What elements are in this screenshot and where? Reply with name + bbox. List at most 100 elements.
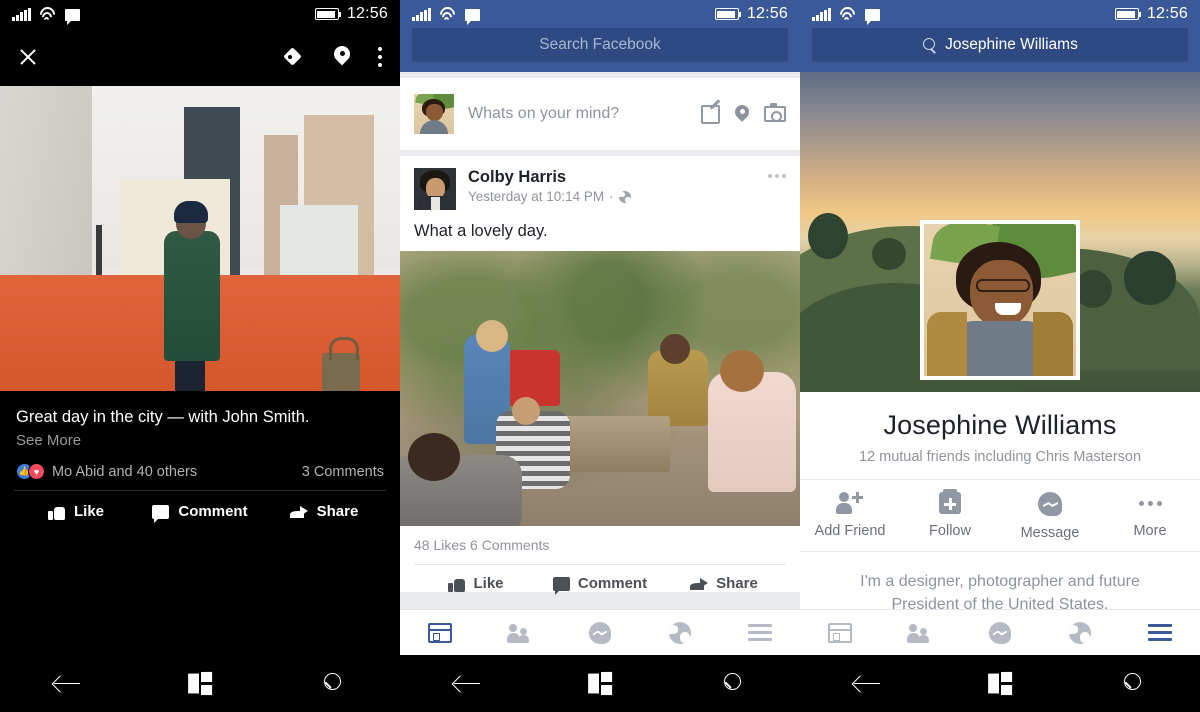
friends-icon [507, 623, 533, 643]
post-author-name[interactable]: Colby Harris [468, 168, 631, 187]
search-input[interactable]: Josephine Williams [812, 28, 1188, 62]
panel-photo-viewer: 12:56 Great day in the city — with John … [0, 0, 400, 712]
comment-bubble-icon [552, 576, 570, 595]
post-timestamp-row: Yesterday at 10:14 PM · [468, 189, 631, 204]
like-label: Like [473, 575, 504, 592]
search-icon [322, 672, 344, 695]
status-left-icons [812, 3, 880, 25]
system-navigation-bar [0, 655, 400, 712]
system-back-button[interactable] [37, 664, 97, 704]
tab-friend-requests[interactable] [480, 610, 560, 656]
battery-icon [314, 8, 342, 20]
post-more-options-icon[interactable] [768, 168, 786, 178]
mutual-friends-text[interactable]: 12 mutual friends including Chris Master… [800, 449, 1200, 465]
system-back-button[interactable] [437, 664, 497, 704]
post-photo[interactable] [0, 86, 400, 391]
bottom-navigation-bar [400, 609, 800, 655]
status-clock: 12:56 [746, 5, 788, 22]
add-friend-button[interactable]: Add Friend [800, 492, 900, 541]
back-arrow-icon [853, 675, 880, 693]
post-photo[interactable] [400, 251, 800, 526]
tab-news-feed[interactable] [400, 610, 480, 656]
message-button[interactable]: Message [1000, 492, 1100, 541]
tab-messenger[interactable] [560, 610, 640, 656]
compose-icon[interactable] [701, 104, 720, 124]
reactions-text[interactable]: Mo Abid and 40 others [52, 464, 197, 480]
follow-icon [939, 489, 961, 514]
status-left-icons [12, 3, 80, 25]
tab-friend-requests[interactable] [880, 610, 960, 656]
panel-news-feed: 12:56 Search Facebook Whats on your mind… [400, 0, 800, 712]
like-button[interactable]: Like [414, 575, 538, 592]
comment-label: Comment [178, 503, 248, 521]
system-back-button[interactable] [837, 664, 897, 704]
photo-artwork [0, 86, 400, 391]
system-navigation-bar [800, 655, 1200, 712]
see-more-link[interactable]: See More [16, 432, 384, 449]
status-clock: 12:56 [1146, 5, 1188, 22]
profile-photo[interactable] [920, 220, 1080, 380]
love-reaction-icon: ♥ [28, 463, 45, 481]
share-arrow-icon [289, 505, 308, 519]
search-icon [922, 37, 937, 53]
hamburger-icon [1148, 624, 1172, 641]
battery-icon [714, 8, 742, 20]
post-timestamp: Yesterday at 10:14 PM [468, 189, 605, 204]
tab-menu[interactable] [720, 610, 800, 656]
like-label: Like [73, 503, 104, 521]
facebook-header: 12:56 Josephine Williams [800, 0, 1200, 72]
system-start-button[interactable] [970, 664, 1030, 704]
windows-logo-icon [188, 671, 213, 696]
tag-icon[interactable] [284, 47, 306, 67]
location-pin-icon[interactable] [334, 46, 350, 68]
tab-notifications[interactable] [640, 610, 720, 656]
share-button[interactable]: Share [662, 575, 786, 592]
profile-photo-artwork [924, 224, 1076, 376]
system-search-button[interactable] [703, 664, 763, 704]
reaction-badges: 👍 ♥ [16, 463, 45, 481]
more-dots-icon [1138, 492, 1162, 514]
like-button[interactable]: Like [14, 503, 138, 520]
more-options-icon[interactable] [378, 47, 382, 67]
windows-logo-icon [988, 671, 1013, 696]
system-search-button[interactable] [1103, 664, 1163, 704]
globe-icon [669, 621, 691, 644]
comment-button[interactable]: Comment [538, 575, 662, 595]
author-avatar[interactable] [414, 168, 456, 210]
camera-icon[interactable] [764, 103, 786, 122]
system-start-button[interactable] [170, 664, 230, 704]
post-caption-block: Great day in the city — with John Smith.… [0, 391, 400, 449]
follow-button[interactable]: Follow [900, 489, 1000, 541]
status-bar: 12:56 [800, 0, 1200, 28]
message-icon [464, 8, 480, 25]
hamburger-icon [748, 624, 772, 641]
post-stats[interactable]: 48 Likes 6 Comments [400, 526, 800, 564]
search-input[interactable]: Search Facebook [412, 28, 788, 62]
signal-bars-icon [412, 7, 431, 21]
comment-label: Comment [577, 575, 648, 592]
tab-notifications[interactable] [1040, 610, 1120, 656]
wifi-icon [836, 3, 858, 25]
system-search-button[interactable] [303, 664, 363, 704]
more-label: More [1133, 523, 1167, 539]
photo-artwork [400, 251, 800, 526]
windows-logo-icon [588, 671, 613, 696]
system-start-button[interactable] [570, 664, 630, 704]
status-composer[interactable]: Whats on your mind? [400, 78, 800, 150]
tab-messenger[interactable] [960, 610, 1040, 656]
location-pin-icon[interactable] [735, 105, 749, 124]
tab-news-feed[interactable] [800, 610, 880, 656]
post-header: Colby Harris Yesterday at 10:14 PM · [400, 156, 800, 210]
more-button[interactable]: More [1100, 492, 1200, 541]
messenger-icon [989, 621, 1011, 644]
status-clock: 12:56 [346, 5, 388, 22]
close-icon[interactable] [18, 47, 38, 67]
reactions-row: 👍 ♥ Mo Abid and 40 others 3 Comments [0, 449, 400, 490]
share-button[interactable]: Share [262, 503, 386, 520]
tab-menu[interactable] [1120, 610, 1200, 656]
comments-count[interactable]: 3 Comments [302, 464, 384, 480]
status-bar: 12:56 [0, 0, 400, 28]
composer-avatar [414, 94, 454, 134]
cover-photo[interactable] [800, 72, 1200, 392]
comment-button[interactable]: Comment [138, 503, 262, 523]
